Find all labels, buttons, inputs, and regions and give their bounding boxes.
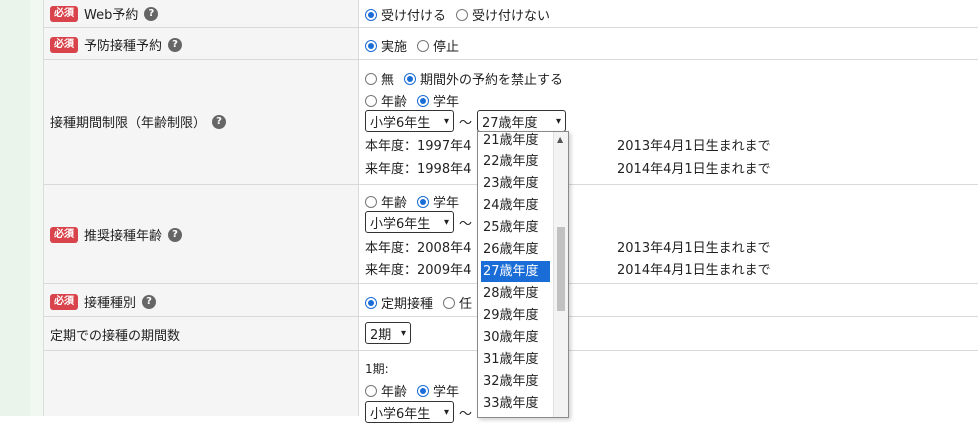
this-year-range-left: 本年度：2008年4 [365, 241, 472, 256]
row-label: 接種期間制限（年齢制限） ? [44, 60, 359, 184]
dropdown-option[interactable]: 28歳年度 [481, 283, 550, 304]
this-year-range-left: 本年度：1997年4 [365, 139, 472, 154]
help-icon[interactable]: ? [212, 114, 227, 129]
dropdown-option[interactable]: 21歳年度 [481, 132, 550, 151]
dropdown-option[interactable]: 24歳年度 [481, 195, 550, 216]
dropdown-option-selected[interactable]: 27歳年度 [481, 261, 550, 282]
next-year-range-left: 来年度：1998年4 [365, 162, 472, 177]
row-value: 定期接種 任 [359, 284, 978, 316]
radio-icon[interactable] [365, 195, 377, 208]
dropdown-option[interactable]: 30歳年度 [481, 327, 550, 348]
radio-age[interactable]: 年齢 [365, 192, 407, 211]
required-badge: 必須 [50, 293, 78, 310]
help-icon[interactable]: ? [144, 6, 159, 21]
dropdown-option[interactable]: 31歳年度 [481, 349, 550, 370]
tilde: 〜 [459, 116, 473, 131]
row-value: 1期: 年齢 学年 小学6年生 ▾ 〜 [359, 351, 978, 423]
select-to-grade[interactable]: 27歳年度 ▾ [477, 110, 566, 132]
next-year-range-left: 来年度：2009年4 [365, 263, 472, 278]
label-recommended-age: 推奨接種年齢 [84, 229, 163, 244]
radio-grade[interactable]: 学年 [417, 192, 459, 211]
select-from-grade[interactable]: 小学6年生 ▾ [365, 110, 454, 132]
radio-optional[interactable]: 任 [443, 293, 472, 312]
required-badge: 必須 [50, 226, 78, 243]
row-value: 2期 ▾ [359, 317, 978, 350]
select-period-count[interactable]: 2期 ▾ [365, 322, 411, 344]
radio-checked-icon[interactable] [417, 195, 430, 208]
dropdown-option[interactable]: 25歳年度 [481, 217, 550, 238]
row-value: 無 期間外の予約を禁止する 年齢 学年 小学6年生 ▾ 〜 27歳年度 ▾ 本年度：… [359, 60, 978, 184]
radio-checked-icon[interactable] [417, 384, 430, 397]
help-icon[interactable]: ? [168, 227, 183, 242]
row-label: 必須 予防接種予約 ? [44, 28, 359, 59]
this-year-range-right: 2013年4月1日生まれまで [617, 139, 771, 154]
radio-icon[interactable] [365, 94, 377, 107]
row-vaccine-reservation: 必須 予防接種予約 ? 実施 停止 [44, 28, 978, 60]
row-value: 受け付ける 受け付けない [359, 0, 978, 27]
row-label: 必須 Web予約 ? [44, 0, 359, 27]
required-badge: 必須 [50, 5, 78, 22]
sidebar-shade [0, 0, 30, 416]
chevron-down-icon: ▾ [555, 115, 561, 127]
label-vaccine-reservation: 予防接種予約 [84, 39, 163, 54]
radio-vaccine-enabled[interactable]: 実施 [365, 36, 407, 55]
radio-web-accept[interactable]: 受け付ける [365, 5, 446, 24]
help-icon[interactable]: ? [168, 37, 183, 52]
radio-icon[interactable] [365, 72, 377, 85]
row-label: 定期での接種の期間数 [44, 317, 359, 350]
select-from-grade[interactable]: 小学6年生 ▾ [365, 211, 454, 233]
radio-checked-icon[interactable] [365, 39, 377, 52]
row-value: 実施 停止 [359, 28, 978, 59]
tilde: 〜 [459, 217, 473, 232]
radio-age[interactable]: 年齢 [365, 381, 407, 400]
next-year-range-right: 2014年4月1日生まれまで [617, 263, 771, 278]
row-web-reservation: 必須 Web予約 ? 受け付ける 受け付けない [44, 0, 978, 28]
dropdown-option[interactable]: 22歳年度 [481, 151, 550, 172]
next-year-range-right: 2014年4月1日生まれまで [617, 162, 771, 177]
dropdown-option[interactable]: 32歳年度 [481, 371, 550, 392]
dropdown-scrollbar[interactable]: ▲ [553, 132, 568, 417]
this-year-range-right: 2013年4月1日生まれまで [617, 241, 771, 256]
radio-icon[interactable] [417, 39, 430, 52]
dropdown-option[interactable]: 23歳年度 [481, 173, 550, 194]
dropdown-option[interactable]: 26歳年度 [481, 239, 550, 260]
radio-regular[interactable]: 定期接種 [365, 293, 433, 312]
dropdown-option[interactable]: 33歳年度 [481, 393, 550, 414]
tilde: 〜 [459, 407, 473, 422]
radio-checked-icon[interactable] [365, 8, 377, 21]
scroll-thumb[interactable] [557, 227, 565, 311]
left-sidebar-strip [0, 0, 44, 416]
label-web-reservation: Web予約 [84, 8, 139, 23]
label-period-limit: 接種期間制限（年齢制限） [50, 116, 207, 131]
label-vaccine-type: 接種種別 [84, 296, 137, 311]
radio-vaccine-stopped[interactable]: 停止 [417, 36, 459, 55]
radio-checked-icon[interactable] [404, 72, 417, 85]
dropdown-option[interactable]: 29歳年度 [481, 305, 550, 326]
row-label: 必須 接種種別 ? [44, 284, 359, 316]
row-label [44, 351, 359, 416]
radio-checked-icon[interactable] [365, 296, 377, 309]
radio-web-reject[interactable]: 受け付けない [456, 5, 550, 24]
radio-age[interactable]: 年齢 [365, 91, 407, 110]
radio-icon[interactable] [456, 8, 469, 21]
required-badge: 必須 [50, 36, 78, 53]
radio-icon[interactable] [443, 296, 456, 309]
chevron-down-icon: ▾ [443, 115, 449, 127]
label-period-count: 定期での接種の期間数 [50, 329, 181, 344]
chevron-down-icon: ▾ [400, 327, 406, 339]
scroll-up-arrow-icon[interactable]: ▲ [557, 135, 563, 144]
radio-checked-icon[interactable] [417, 94, 430, 107]
grade-dropdown-list[interactable]: 21歳年度 22歳年度 23歳年度 24歳年度 25歳年度 26歳年度 27歳年… [477, 131, 569, 418]
period-1-label: 1期: [365, 362, 389, 376]
radio-forbid-outside[interactable]: 期間外の予約を禁止する [404, 69, 563, 88]
radio-icon[interactable] [365, 384, 377, 397]
chevron-down-icon: ▾ [443, 216, 449, 228]
help-icon[interactable]: ? [142, 294, 157, 309]
row-label: 必須 推奨接種年齢 ? [44, 185, 359, 283]
select-from-grade[interactable]: 小学6年生 ▾ [365, 401, 454, 423]
radio-no-limit[interactable]: 無 [365, 69, 394, 88]
row-value: 年齢 学年 小学6年生 ▾ 〜 本年度：2008年4 2013年4月1日生まれまで… [359, 185, 978, 283]
radio-grade[interactable]: 学年 [417, 91, 459, 110]
radio-grade[interactable]: 学年 [417, 381, 459, 400]
